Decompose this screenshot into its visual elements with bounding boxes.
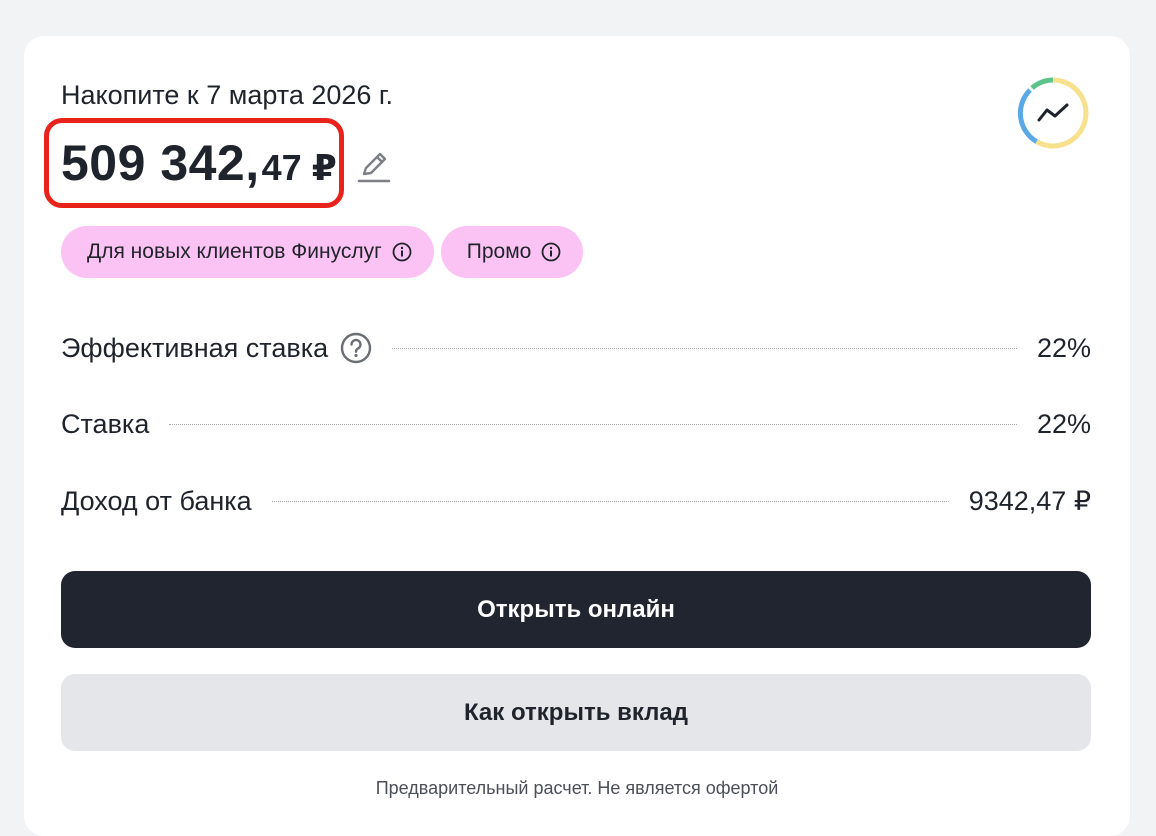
tags-row: Для новых клиентов Финуслуг Промо (61, 226, 584, 278)
open-online-button[interactable]: Открыть онлайн (61, 571, 1091, 648)
dotted-leader (271, 500, 949, 502)
row-rate: Ставка 22% (61, 404, 1091, 444)
tag-new-clients[interactable]: Для новых клиентов Финуслуг (61, 226, 434, 278)
tag-promo[interactable]: Промо (440, 226, 584, 278)
question-icon[interactable] (340, 332, 372, 364)
row-bank-income: Доход от банка 9342,47 ₽ (61, 481, 1091, 521)
disclaimer-text: Предварительный расчет. Не является офер… (375, 778, 779, 798)
row-effective-rate: Эффективная ставка 22% (61, 328, 1091, 368)
how-to-open-button[interactable]: Как открыть вклад (61, 674, 1091, 751)
row-value: 22% (1036, 332, 1091, 363)
amount-currency: ₽ (311, 147, 337, 188)
amount-fraction: 47 (261, 147, 302, 188)
trend-chart-icon[interactable] (1016, 76, 1090, 150)
dotted-leader (169, 423, 1017, 425)
row-label: Ставка (61, 408, 150, 439)
pencil-icon[interactable] (356, 146, 392, 186)
accumulate-title: Накопите к 7 марта 2026 г. (61, 80, 393, 110)
row-label: Доход от банка (61, 485, 252, 516)
deposit-card: Накопите к 7 марта 2026 г. 509 342, 47 ₽… (24, 36, 1130, 836)
row-label: Эффективная ставка (61, 332, 329, 363)
dotted-leader (392, 347, 1017, 349)
total-amount: 509 342, 47 ₽ (61, 134, 337, 191)
info-icon[interactable] (392, 242, 412, 262)
row-value: 9342,47 ₽ (968, 485, 1091, 516)
tag-label: Промо (466, 240, 532, 263)
row-value: 22% (1036, 408, 1091, 439)
info-icon[interactable] (541, 242, 561, 262)
tag-label: Для новых клиентов Финуслуг (87, 240, 382, 263)
amount-main: 509 342, (61, 135, 260, 191)
